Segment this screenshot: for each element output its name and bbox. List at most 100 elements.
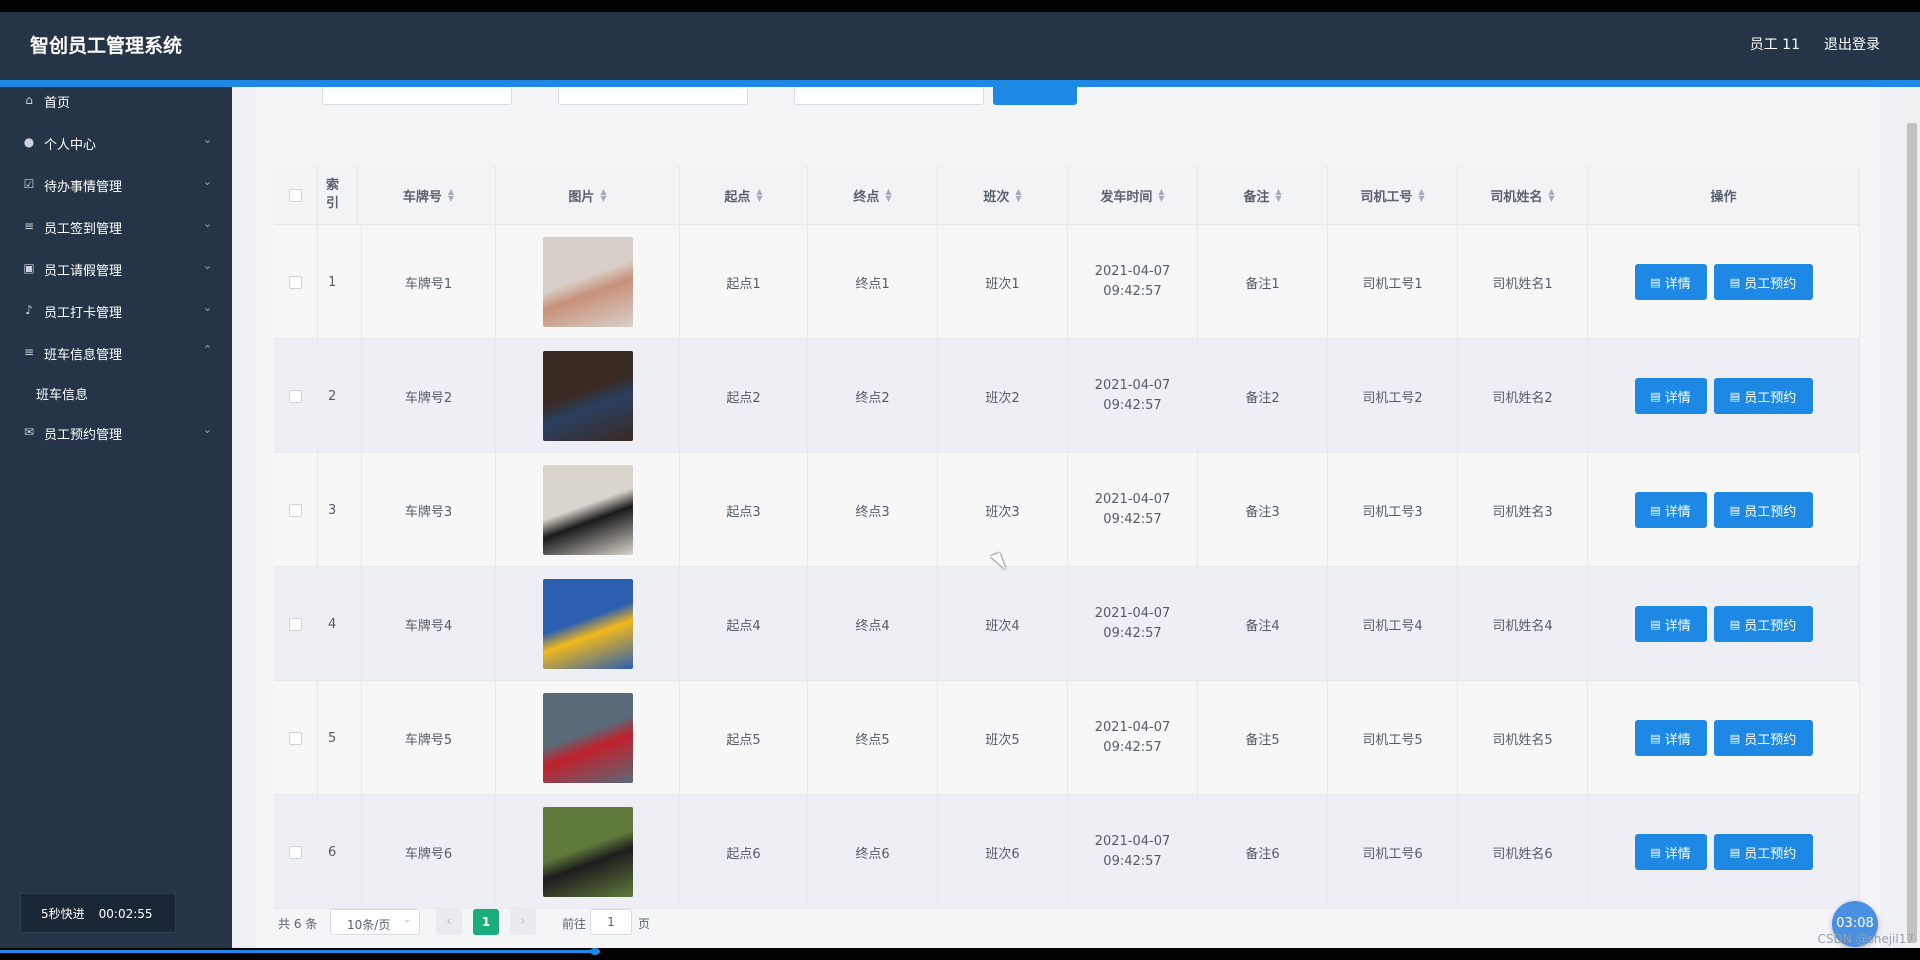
header-select-cell <box>274 165 318 225</box>
column-header[interactable]: 车牌号 ▲ ▼ <box>362 165 496 225</box>
sidebar-item-3[interactable]: ≡ 员工签到管理 ⌄ <box>0 207 232 247</box>
next-page-button[interactable]: › <box>510 909 536 935</box>
car-thumbnail[interactable] <box>542 579 633 669</box>
sort-icon[interactable]: ▲ ▼ <box>885 188 891 203</box>
cell-driver-id: 司机工号4 <box>1362 618 1423 634</box>
search-input-end[interactable] <box>794 87 984 105</box>
row-select-cell <box>274 681 318 795</box>
cell-time: 2021-04-07 09:42:57 <box>1094 264 1171 299</box>
actions-cell: ▤ 详情 ▤ 员工预约 <box>1588 225 1860 339</box>
sort-icon[interactable]: ▲ ▼ <box>600 188 606 203</box>
book-button[interactable]: ▤ 员工预约 <box>1713 378 1813 414</box>
sidebar-subitem-bus-info[interactable]: 班车信息 <box>0 373 232 413</box>
car-thumbnail[interactable] <box>542 807 633 897</box>
goto-page-input[interactable]: 1 <box>590 909 632 935</box>
cell-start: 起点3 <box>726 504 761 520</box>
book-button[interactable]: ▤ 员工预约 <box>1713 264 1813 300</box>
book-button[interactable]: ▤ 员工预约 <box>1713 606 1813 642</box>
car-thumbnail[interactable] <box>542 693 633 783</box>
car-thumbnail[interactable] <box>542 237 633 327</box>
table-cell: 2021-04-07 09:42:57 <box>1068 339 1198 453</box>
column-header[interactable]: 司机姓名 ▲ ▼ <box>1458 165 1588 225</box>
sort-icon[interactable]: ▲ ▼ <box>1548 188 1554 203</box>
book-button[interactable]: ▤ 员工预约 <box>1713 492 1813 528</box>
prev-page-button[interactable]: ‹ <box>436 909 462 935</box>
row-checkbox[interactable] <box>289 503 302 517</box>
video-progress-bar[interactable] <box>0 948 1920 960</box>
detail-button[interactable]: ▤ 详情 <box>1634 378 1707 414</box>
column-header[interactable]: 图片 ▲ ▼ <box>496 165 680 225</box>
chevron-down-icon: ⌄ <box>202 423 212 436</box>
sort-icon[interactable]: ▲ ▼ <box>1158 188 1164 203</box>
table-cell: 2021-04-07 09:42:57 <box>1068 567 1198 681</box>
sidebar-item-6[interactable]: ≡ 班车信息管理 ⌃ <box>0 333 232 373</box>
column-header[interactable]: 备注 ▲ ▼ <box>1198 165 1328 225</box>
search-input-start[interactable] <box>558 87 748 105</box>
sort-icon[interactable]: ▲ ▼ <box>448 188 454 203</box>
scrollbar-thumb[interactable] <box>1907 123 1917 943</box>
chevron-down-icon: ⌄ <box>202 175 212 188</box>
progress-knob[interactable] <box>590 948 600 955</box>
table-cell: 车牌号3 <box>362 453 496 567</box>
detail-button[interactable]: ▤ 详情 <box>1634 834 1707 870</box>
sidebar-item-2[interactable]: ☑ 待办事情管理 ⌄ <box>0 165 232 205</box>
document-icon: ▤ <box>1729 275 1741 289</box>
cell-driver-name: 司机姓名1 <box>1492 276 1553 292</box>
document-icon: ▤ <box>1650 845 1661 859</box>
current-user[interactable]: 员工 11 <box>1750 34 1800 54</box>
detail-button[interactable]: ▤ 详情 <box>1634 720 1707 756</box>
cell-time: 2021-04-07 09:42:57 <box>1094 606 1171 641</box>
sort-icon[interactable]: ▲ ▼ <box>1015 188 1021 203</box>
detail-button[interactable]: ▤ 详情 <box>1634 606 1707 642</box>
book-button[interactable]: ▤ 员工预约 <box>1713 720 1813 756</box>
sidebar-item-0[interactable]: ⌂ 首页 <box>0 81 232 121</box>
row-checkbox[interactable] <box>289 845 302 859</box>
column-header[interactable]: 终点 ▲ ▼ <box>808 165 938 225</box>
search-input-plate[interactable] <box>322 87 512 105</box>
sort-icon[interactable]: ▲ ▼ <box>1275 188 1281 203</box>
book-button-label: 员工预约 <box>1744 618 1797 634</box>
page-number-current[interactable]: 1 <box>473 909 499 935</box>
sort-icon[interactable]: ▲ ▼ <box>1418 188 1424 203</box>
column-header[interactable]: 发车时间 ▲ ▼ <box>1068 165 1198 225</box>
sidebar-item-5[interactable]: ♪ 员工打卡管理 ⌄ <box>0 291 232 331</box>
sidebar-item-1[interactable]: ● 个人中心 ⌄ <box>0 123 232 163</box>
table-cell: 车牌号6 <box>362 795 496 909</box>
book-button[interactable]: ▤ 员工预约 <box>1713 834 1813 870</box>
car-thumbnail[interactable] <box>542 351 633 441</box>
chevron-down-icon: ⌄ <box>202 217 212 230</box>
sidebar-item-7[interactable]: ✉ 员工预约管理 ⌄ <box>0 413 232 453</box>
sort-icon[interactable]: ▲ ▼ <box>756 188 762 203</box>
fast-forward-timer[interactable]: 5秒快进 00:02:55 <box>20 893 176 933</box>
row-checkbox[interactable] <box>289 275 302 289</box>
table-cell: 司机工号4 <box>1328 567 1458 681</box>
cell-note: 备注2 <box>1245 390 1280 406</box>
row-checkbox[interactable] <box>289 389 302 403</box>
page-size-select[interactable]: 10条/页 ⌄ <box>330 909 420 935</box>
logout-link[interactable]: 退出登录 <box>1824 34 1880 54</box>
cell-driver-id: 司机工号3 <box>1362 504 1423 520</box>
column-header[interactable]: 班次 ▲ ▼ <box>938 165 1068 225</box>
cell-shift: 班次3 <box>985 504 1020 520</box>
column-header[interactable]: 司机工号 ▲ ▼ <box>1328 165 1458 225</box>
sidebar-item-label: 员工打卡管理 <box>44 306 123 321</box>
car-thumbnail[interactable] <box>542 465 633 555</box>
row-select-cell <box>274 453 318 567</box>
app-window: 智创员工管理系统 员工 11 退出登录 ⌂ 首页 ● 个人中心 ⌄ ☑ 待办事情管理 ⌄ ≡ 员工… <box>0 12 1920 948</box>
detail-button[interactable]: ▤ 详情 <box>1634 264 1707 300</box>
row-checkbox[interactable] <box>289 731 302 745</box>
table-cell: 司机工号1 <box>1328 225 1458 339</box>
cell-index: 3 <box>328 502 337 518</box>
detail-button[interactable]: ▤ 详情 <box>1634 492 1707 528</box>
table-cell: 车牌号2 <box>362 339 496 453</box>
detail-button-label: 详情 <box>1664 732 1691 748</box>
row-checkbox[interactable] <box>289 617 302 631</box>
sidebar-item-4[interactable]: ▣ 员工请假管理 ⌄ <box>0 249 232 289</box>
cell-start: 起点1 <box>726 276 761 292</box>
table-cell: 备注3 <box>1198 453 1328 567</box>
select-all-checkbox[interactable] <box>289 188 302 202</box>
search-button[interactable] <box>993 87 1077 105</box>
table-cell: 终点6 <box>808 795 938 909</box>
column-header[interactable]: 起点 ▲ ▼ <box>680 165 808 225</box>
vertical-scrollbar[interactable] <box>1904 87 1920 948</box>
